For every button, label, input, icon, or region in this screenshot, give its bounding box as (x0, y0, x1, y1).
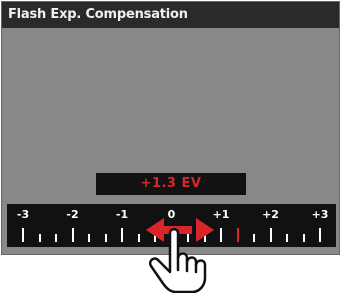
gesture-overlay (146, 218, 214, 293)
double-arrow-icon (146, 218, 214, 242)
